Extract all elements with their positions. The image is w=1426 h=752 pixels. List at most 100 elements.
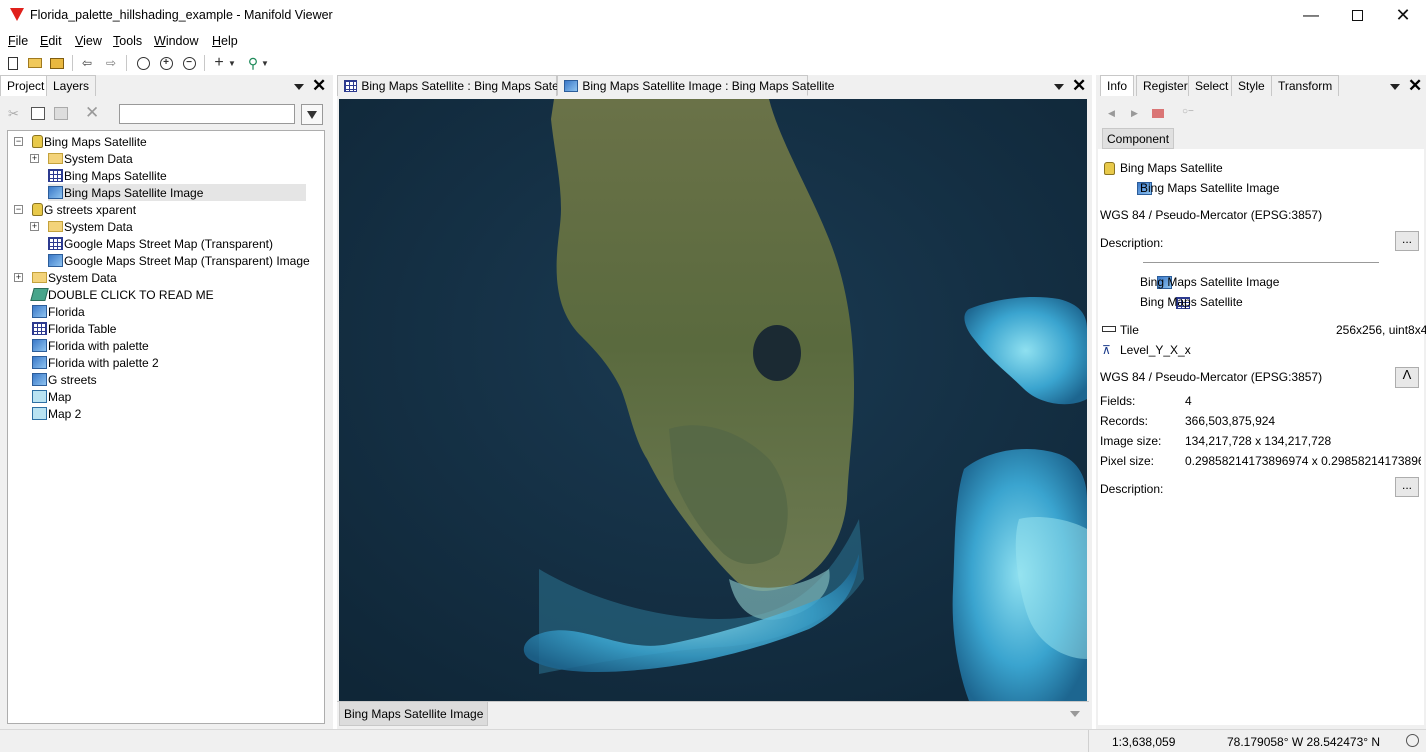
tree-item[interactable]: Google Maps Street Map (Transparent) Ima… [48,252,310,269]
view-menu-icon[interactable] [1054,84,1064,90]
crosshair-icon: + [214,54,224,71]
close-info-pane-icon[interactable]: ✕ [1408,76,1422,96]
tree-item-label: Florida Table [48,321,117,336]
table-icon [48,169,63,182]
tree-item[interactable]: Bing Maps Satellite [48,167,167,184]
tree-item[interactable]: DOUBLE CLICK TO READ ME [30,286,214,303]
filter-button[interactable] [301,104,323,125]
tab-component[interactable]: Component [1102,128,1175,149]
collapse-icon[interactable]: − [14,137,23,146]
menu-view[interactable]: View [75,34,102,48]
tab-bing-maps-satellite-table[interactable]: Bing Maps Satellite : Bing Maps Satellit… [337,75,577,96]
tab-register[interactable]: Register [1136,75,1195,96]
fields-value: 4 [1185,394,1192,408]
tab-project[interactable]: Project [0,75,52,96]
tab-style[interactable]: Style [1231,75,1272,96]
close-pane-icon[interactable]: ✕ [312,76,326,96]
tab-bing-maps-satellite-image[interactable]: Bing Maps Satellite Image : Bing Maps Sa… [557,75,834,96]
tree-item-label: Florida [48,304,85,319]
location-dropdown[interactable]: ▼ [259,54,271,72]
expand-icon[interactable]: + [14,273,23,282]
collapse-icon[interactable]: − [14,205,23,214]
tree-item[interactable]: Map 2 [32,405,81,422]
crosshair-dropdown[interactable]: ▼ [226,54,238,72]
layer-dropdown-icon[interactable] [1070,711,1080,717]
crs-button[interactable]: Λ [1395,367,1419,388]
crs-secondary: WGS 84 / Pseudo-Mercator (EPSG:3857) [1100,370,1323,384]
menu-window[interactable]: Window [154,34,198,48]
component-image: Bing Maps Satellite Image [1140,181,1280,195]
records-value: 366,503,875,924 [1185,414,1276,428]
tab-select[interactable]: Select [1188,75,1236,96]
table-icon [48,237,63,250]
next-icon[interactable]: ▶ [1131,108,1138,119]
tree-item[interactable]: System Data [48,218,133,235]
forward-button[interactable]: ⇨ [102,54,120,72]
tree-item-label: Bing Maps Satellite [44,134,147,149]
tree-item[interactable]: G streets xparent [32,201,136,218]
satellite-image [339,99,1087,701]
tree-item[interactable]: Bing Maps Satellite [32,133,147,150]
chevron-down-icon: ▼ [228,58,236,68]
menu-edit[interactable]: Edit [40,34,62,48]
expand-icon[interactable]: + [30,154,39,163]
tree-item[interactable]: Map [32,388,71,405]
copy-icon[interactable] [31,107,45,120]
layer-tab[interactable]: Bing Maps Satellite Image [339,702,489,726]
open-folder-button[interactable] [26,54,44,72]
delete-icon[interactable]: ✕ [85,103,99,123]
lock-status-icon[interactable] [1406,734,1419,747]
minimize-button[interactable]: — [1288,0,1334,31]
tree-item[interactable]: Florida with palette 2 [32,354,159,371]
image-icon [32,373,47,386]
folder-icon [48,153,63,164]
tree-item-label: G streets xparent [44,202,137,217]
cut-icon[interactable]: ✂ [8,106,19,122]
menu-help[interactable]: Help [212,34,238,48]
tree-item-label: Google Maps Street Map (Transparent) Ima… [64,253,310,268]
tree-item[interactable]: Bing Maps Satellite Image [48,184,306,201]
description-edit-button[interactable]: ... [1395,231,1419,251]
tree-item-label: Map [48,389,72,404]
menu-file[interactable]: File [8,34,28,48]
info-pane: Info Register Select Style Transform ✕ ◀… [1096,75,1426,729]
menu-tools[interactable]: Tools [113,34,142,48]
new-file-button[interactable] [4,54,22,72]
clear-icon[interactable] [1152,109,1164,118]
tree-item[interactable]: System Data [48,150,133,167]
tree-item[interactable]: Florida [32,303,85,320]
info-pane-menu-icon[interactable] [1390,84,1400,90]
tree-item[interactable]: Florida with palette [32,337,149,354]
map-view[interactable] [339,99,1087,701]
paste-icon[interactable] [54,107,68,120]
zoom-out-button[interactable]: − [180,54,198,72]
tree-item[interactable]: System Data [32,269,117,286]
project-filter-input[interactable] [119,104,295,124]
expand-icon[interactable]: + [30,222,39,231]
scale-readout[interactable]: 1:3,638,059 [1112,735,1175,749]
zoom-in-button[interactable]: + [157,54,175,72]
index-icon: ⊼ [1102,343,1111,357]
tree-item-label: Florida with palette [48,338,149,353]
source-table: Bing Maps Satellite [1140,295,1243,309]
open-file-button[interactable] [48,54,66,72]
coordinate-readout[interactable]: 78.179058° W 28.542473° N [1227,735,1380,749]
description-edit-button-2[interactable]: ... [1395,477,1419,497]
tree-item[interactable]: Florida Table [32,320,116,337]
tree-item[interactable]: Google Maps Street Map (Transparent) [48,235,273,252]
tab-info[interactable]: Info [1100,75,1135,96]
tab-transform[interactable]: Transform [1271,75,1340,96]
pin-icon[interactable]: ○− [1182,106,1194,117]
back-button[interactable]: ⇦ [78,54,96,72]
tab-layers[interactable]: Layers [46,75,97,96]
tree-item-label: Google Maps Street Map (Transparent) [64,236,273,251]
maximize-button[interactable] [1334,0,1380,31]
database-icon [32,135,43,148]
zoom-window-button[interactable] [134,54,152,72]
close-window-button[interactable]: ✕ [1380,0,1426,31]
close-view-icon[interactable]: ✕ [1072,76,1086,96]
component-db: Bing Maps Satellite [1120,161,1223,175]
previous-icon[interactable]: ◀ [1108,108,1115,119]
tree-item[interactable]: G streets [32,371,97,388]
pane-menu-icon[interactable] [294,84,304,90]
